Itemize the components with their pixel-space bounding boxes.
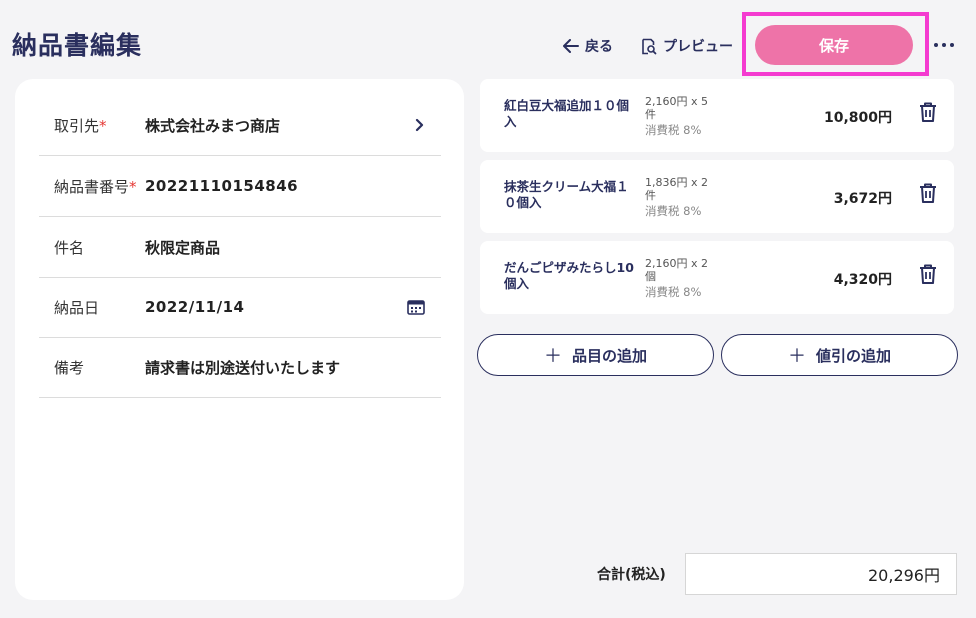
save-button[interactable]: 保存 xyxy=(755,25,913,65)
line-item-card[interactable]: 抹茶生クリーム大福１０個入 1,836円 x 2件 消費税 8% 3,672円 xyxy=(480,160,954,233)
item-amount: 10,800円 xyxy=(823,110,892,126)
chevron-right-icon[interactable] xyxy=(415,118,425,132)
notes-row[interactable]: 備考 請求書は別途送付いたします xyxy=(39,337,441,398)
client-row[interactable]: 取引先* 株式会社みまつ商店 xyxy=(39,95,441,156)
preview-link[interactable]: プレビュー xyxy=(640,36,733,56)
total-label: 合計(税込) xyxy=(597,567,666,583)
total-value: 20,296円 xyxy=(685,553,957,595)
item-amount: 3,672円 xyxy=(833,191,892,207)
item-unit-price: 2,160円 x 2 xyxy=(645,257,708,270)
trash-icon[interactable] xyxy=(918,101,938,123)
more-dot-icon xyxy=(950,43,954,47)
document-search-icon xyxy=(642,38,657,54)
item-name: だんごピザみたらし10個入 xyxy=(504,260,634,291)
trash-icon[interactable] xyxy=(918,263,938,285)
add-item-label: 品目の追加 xyxy=(571,346,647,365)
item-tax: 消費税 8% xyxy=(645,285,702,299)
item-unit: 件 xyxy=(645,108,656,121)
subject-label: 件名 xyxy=(54,238,85,257)
item-unit: 件 xyxy=(645,189,656,202)
item-unit-price: 2,160円 x 5 xyxy=(645,95,708,108)
add-discount-label: 値引の追加 xyxy=(815,346,891,365)
item-tax: 消費税 8% xyxy=(645,204,702,218)
line-item-card[interactable]: だんごピザみたらし10個入 2,160円 x 2個 消費税 8% 4,320円 xyxy=(480,241,954,314)
trash-icon[interactable] xyxy=(918,182,938,204)
add-discount-button[interactable]: ＋ 値引の追加 xyxy=(721,334,958,376)
more-menu-button[interactable] xyxy=(928,35,960,55)
client-label: 取引先 xyxy=(54,116,100,135)
back-label: 戻る xyxy=(585,39,613,55)
required-mark: * xyxy=(129,177,137,196)
date-row[interactable]: 納品日 2022/11/14 xyxy=(39,277,441,338)
date-value[interactable]: 2022/11/14 xyxy=(145,298,441,316)
delivery-form-card: 取引先* 株式会社みまつ商店 納品書番号* 20221110154846 件名 … xyxy=(15,79,464,600)
item-tax: 消費税 8% xyxy=(645,123,702,137)
number-row[interactable]: 納品書番号* 20221110154846 xyxy=(39,156,441,217)
plus-icon: ＋ xyxy=(787,346,806,367)
item-name: 紅白豆大福追加１０個入 xyxy=(504,98,630,129)
notes-label: 備考 xyxy=(54,358,85,377)
subject-row[interactable]: 件名 秋限定商品 xyxy=(39,217,441,278)
back-link[interactable]: 戻る xyxy=(563,36,613,56)
page-title: 納品書編集 xyxy=(12,31,143,60)
client-value: 株式会社みまつ商店 xyxy=(145,116,281,135)
more-dot-icon xyxy=(942,43,946,47)
required-mark: * xyxy=(99,116,107,135)
arrow-left-icon xyxy=(563,39,579,53)
more-dot-icon xyxy=(934,43,938,47)
subject-value[interactable]: 秋限定商品 xyxy=(145,237,441,258)
notes-value[interactable]: 請求書は別途送付いたします xyxy=(145,357,441,378)
line-item-card[interactable]: 紅白豆大福追加１０個入 2,160円 x 5件 消費税 8% 10,800円 xyxy=(480,79,954,152)
item-name: 抹茶生クリーム大福１０個入 xyxy=(504,179,629,210)
number-value[interactable]: 20221110154846 xyxy=(145,177,441,195)
plus-icon: ＋ xyxy=(543,346,562,367)
add-item-button[interactable]: ＋ 品目の追加 xyxy=(477,334,714,376)
number-label: 納品書番号 xyxy=(54,177,130,196)
calendar-icon[interactable] xyxy=(407,299,425,315)
preview-label: プレビュー xyxy=(663,39,733,55)
item-unit-price: 1,836円 x 2 xyxy=(645,176,708,189)
item-unit: 個 xyxy=(645,270,656,283)
item-amount: 4,320円 xyxy=(833,272,892,288)
date-label: 納品日 xyxy=(54,298,100,317)
